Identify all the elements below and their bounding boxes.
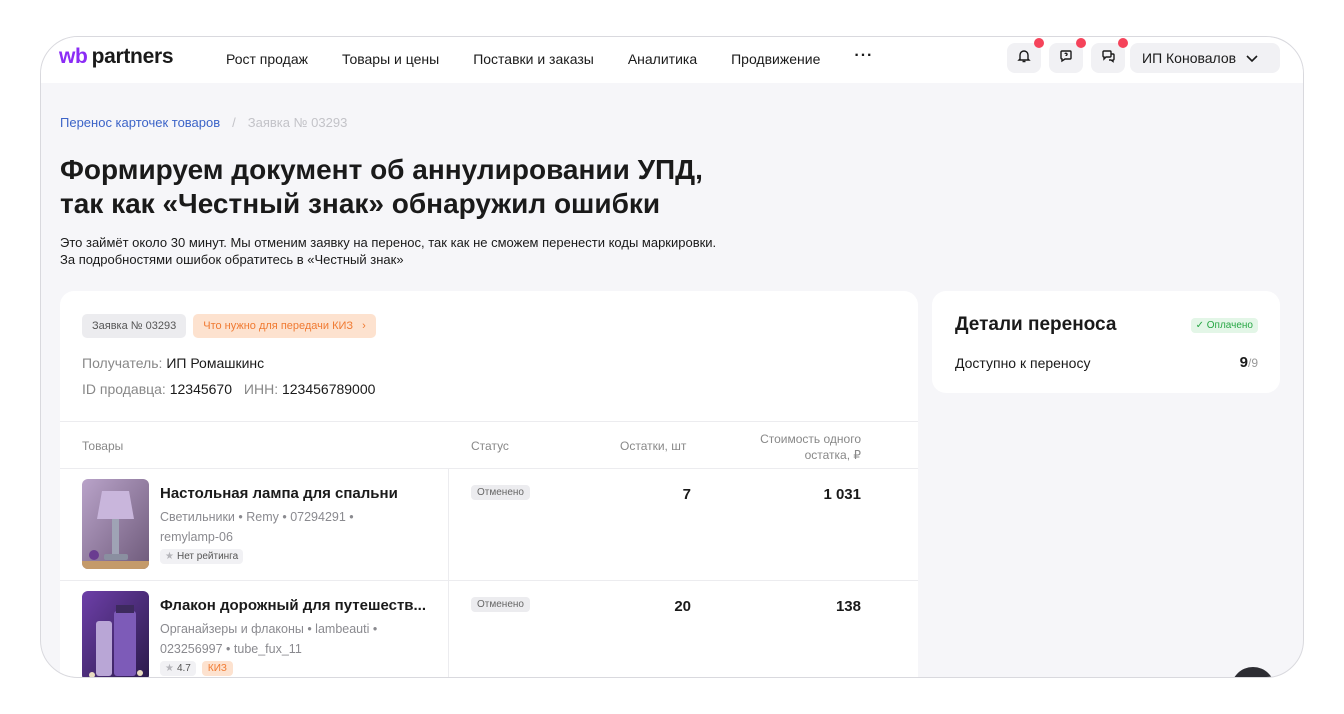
breadcrumb-link-transfer[interactable]: Перенос карточек товаров [60, 115, 220, 130]
product-meta-line-2: 023256997 • tube_fux_11 [160, 642, 302, 656]
notification-dot [1118, 38, 1128, 48]
nav-promotion[interactable]: Продвижение [731, 51, 820, 67]
table-header: Товары Статус Остатки, шт Стоимость одно… [60, 421, 918, 469]
product-meta-line-1: Органайзеры и флаконы • lambeauti • [160, 622, 378, 636]
product-image-lamp[interactable] [82, 479, 149, 569]
breadcrumb-separator: / [232, 115, 236, 130]
main-nav: Рост продаж Товары и цены Поставки и зак… [226, 47, 873, 67]
recipient-value: ИП Ромашкинс [166, 355, 265, 371]
chevron-right-icon: › [362, 320, 366, 332]
cost-value: 138 [835, 598, 861, 615]
messages-icon [1101, 49, 1116, 68]
wb-partners-logo[interactable]: wb partners [59, 45, 174, 69]
stock-value: 20 [674, 598, 691, 615]
inn-value: 123456789000 [281, 381, 376, 397]
nav-sales-growth[interactable]: Рост продаж [226, 51, 308, 67]
status-badge: Отменено [471, 597, 530, 612]
column-divider [448, 581, 449, 677]
kiz-requirements-link[interactable]: Что нужно для передачи КИЗ › [193, 314, 376, 338]
product-meta-line-2: remylamp-06 [160, 530, 233, 544]
kiz-badge: КИЗ [201, 661, 233, 676]
star-icon: ★ [165, 551, 174, 562]
product-meta-line-1: Светильники • Remy • 07294291 • [160, 510, 354, 524]
table-row[interactable]: Флакон дорожный для путешеств... Органай… [60, 581, 918, 677]
notifications-button[interactable] [1007, 38, 1044, 73]
page-title-line-2: так как «Честный знак» обнаружил ошибки [60, 188, 661, 219]
subtitle-line-2: За подробностями ошибок обратитесь в «Че… [60, 252, 404, 267]
request-tags: Заявка № 03293 Что нужно для передачи КИ… [82, 314, 376, 338]
notification-dot [1034, 38, 1044, 48]
messages-button[interactable] [1091, 38, 1128, 73]
rating-badge: ★ Нет рейтинга [160, 549, 244, 564]
column-header-products[interactable]: Товары [82, 439, 123, 453]
nav-supplies-orders[interactable]: Поставки и заказы [473, 51, 594, 67]
column-header-status[interactable]: Статус [471, 439, 509, 453]
notification-dot [1076, 38, 1086, 48]
product-meta: Органайзеры и флаконы • lambeauti • 0232… [160, 619, 400, 659]
product-badges: ★ Нет рейтинга [160, 549, 244, 564]
logo-wb: wb [59, 45, 88, 68]
chevron-down-icon [1236, 50, 1258, 66]
paid-status-badge: ✓ Оплачено [1190, 318, 1258, 333]
user-menu-button[interactable]: ИП Коновалов [1130, 43, 1280, 73]
request-number-tag: Заявка № 03293 [82, 314, 187, 338]
app-window: wb partners Рост продаж Товары и цены Пос… [40, 36, 1304, 678]
user-name: ИП Коновалов [1142, 50, 1237, 66]
help-button[interactable] [1049, 38, 1086, 73]
seller-id-label: ID продавца: [82, 381, 166, 397]
page-title-line-1: Формируем документ об аннулировании УПД, [60, 154, 703, 185]
available-value: 9 [1239, 354, 1248, 371]
subtitle-line-1: Это займёт около 30 минут. Мы отменим за… [60, 235, 717, 250]
status-badge: Отменено [471, 485, 530, 500]
seller-ids: ID продавца: 12345670 ИНН: 123456789000 [82, 381, 375, 397]
product-name[interactable]: Флакон дорожный для путешеств... [160, 597, 426, 614]
rating-value: Нет рейтинга [176, 551, 239, 562]
product-meta: Светильники • Remy • 07294291 • remylamp… [160, 507, 400, 547]
cost-value: 1 031 [823, 486, 861, 503]
breadcrumb-current: Заявка № 03293 [247, 115, 348, 130]
logo-partners: partners [91, 45, 174, 68]
more-menu-icon[interactable]: ··· [854, 47, 873, 67]
inn-label: ИНН: [243, 381, 279, 397]
bell-icon [1017, 49, 1031, 68]
available-count: 9/9 [1240, 354, 1258, 371]
rating-value: 4.7 [176, 663, 191, 674]
column-header-cost-line-2: остатка, ₽ [804, 448, 861, 462]
seller-id-value: 12345670 [169, 381, 233, 397]
nav-analytics[interactable]: Аналитика [628, 51, 697, 67]
column-divider [448, 469, 449, 580]
star-icon: ★ [165, 663, 174, 674]
column-header-stock[interactable]: Остатки, шт [620, 439, 686, 453]
page-title: Формируем документ об аннулировании УПД,… [60, 153, 860, 221]
nav-products-prices[interactable]: Товары и цены [342, 51, 439, 67]
transfer-details-title: Детали переноса [955, 314, 1117, 335]
recipient-info: Получатель: ИП Ромашкинс [82, 355, 264, 371]
column-header-cost[interactable]: Стоимость одного остатка, ₽ [740, 431, 861, 463]
product-image-travel-bottle[interactable] [82, 591, 149, 677]
help-chat-icon [1059, 49, 1073, 68]
available-label: Доступно к переносу [955, 355, 1091, 371]
kiz-requirements-label: Что нужно для передачи КИЗ [203, 320, 354, 332]
transfer-details-card: Детали переноса ✓ Оплачено Доступно к пе… [932, 291, 1280, 393]
page-subtitle: Это займёт около 30 минут. Мы отменим за… [60, 234, 960, 268]
stock-value: 7 [682, 486, 691, 503]
product-name[interactable]: Настольная лампа для спальни [160, 485, 398, 502]
column-header-cost-line-1: Стоимость одного [760, 432, 861, 446]
support-chat-button[interactable] [1231, 667, 1275, 677]
product-badges: ★ 4.7 КИЗ [160, 661, 233, 676]
rating-badge: ★ 4.7 [160, 661, 196, 676]
request-card: Заявка № 03293 Что нужно для передачи КИ… [60, 291, 918, 677]
top-navigation-bar: wb partners Рост продаж Товары и цены Пос… [41, 37, 1303, 83]
available-total: /9 [1247, 356, 1258, 370]
recipient-label: Получатель: [82, 355, 163, 371]
table-row[interactable]: Настольная лампа для спальни Светильники… [60, 469, 918, 581]
breadcrumb: Перенос карточек товаров / Заявка № 0329… [60, 115, 347, 130]
